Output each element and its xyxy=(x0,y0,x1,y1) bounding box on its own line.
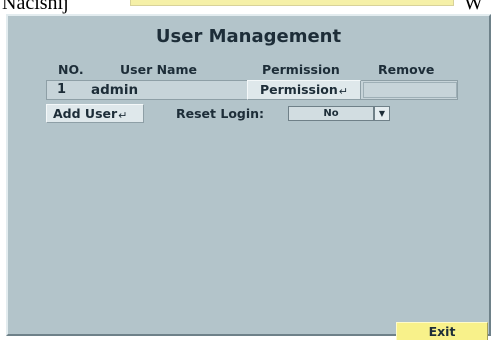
permission-button-label: Permission xyxy=(260,82,338,97)
enter-icon: ↵ xyxy=(118,109,128,122)
column-header-no: NO. xyxy=(58,62,84,77)
user-row: 1 admin Permission↵ xyxy=(46,80,458,100)
dropdown-arrow-icon[interactable]: ▼ xyxy=(374,106,390,121)
column-header-remove: Remove xyxy=(378,62,435,77)
user-name: admin xyxy=(91,82,139,98)
remove-user-field[interactable] xyxy=(363,82,457,98)
user-management-screen: User Management NO. User Name Permission… xyxy=(6,14,491,340)
document-highlight-bar xyxy=(130,0,454,6)
reset-login-value: No xyxy=(323,108,339,119)
user-number: 1 xyxy=(57,82,67,97)
enter-icon: ↵ xyxy=(338,85,348,98)
column-header-permission: Permission xyxy=(262,62,340,77)
reset-login-select[interactable]: No xyxy=(288,106,374,121)
permission-button[interactable]: Permission↵ xyxy=(247,80,361,100)
document-text-right: W xyxy=(464,0,483,14)
reset-login-label: Reset Login: xyxy=(176,106,265,121)
document-text-left: Naciśnij xyxy=(2,0,69,14)
page-title: User Management xyxy=(155,26,342,47)
exit-button-label: Exit xyxy=(428,324,456,339)
column-header-user-name: User Name xyxy=(120,62,197,77)
add-user-label: Add User xyxy=(53,106,118,121)
exit-button[interactable]: Exit xyxy=(396,322,488,340)
add-user-button[interactable]: Add User↵ xyxy=(46,104,144,123)
